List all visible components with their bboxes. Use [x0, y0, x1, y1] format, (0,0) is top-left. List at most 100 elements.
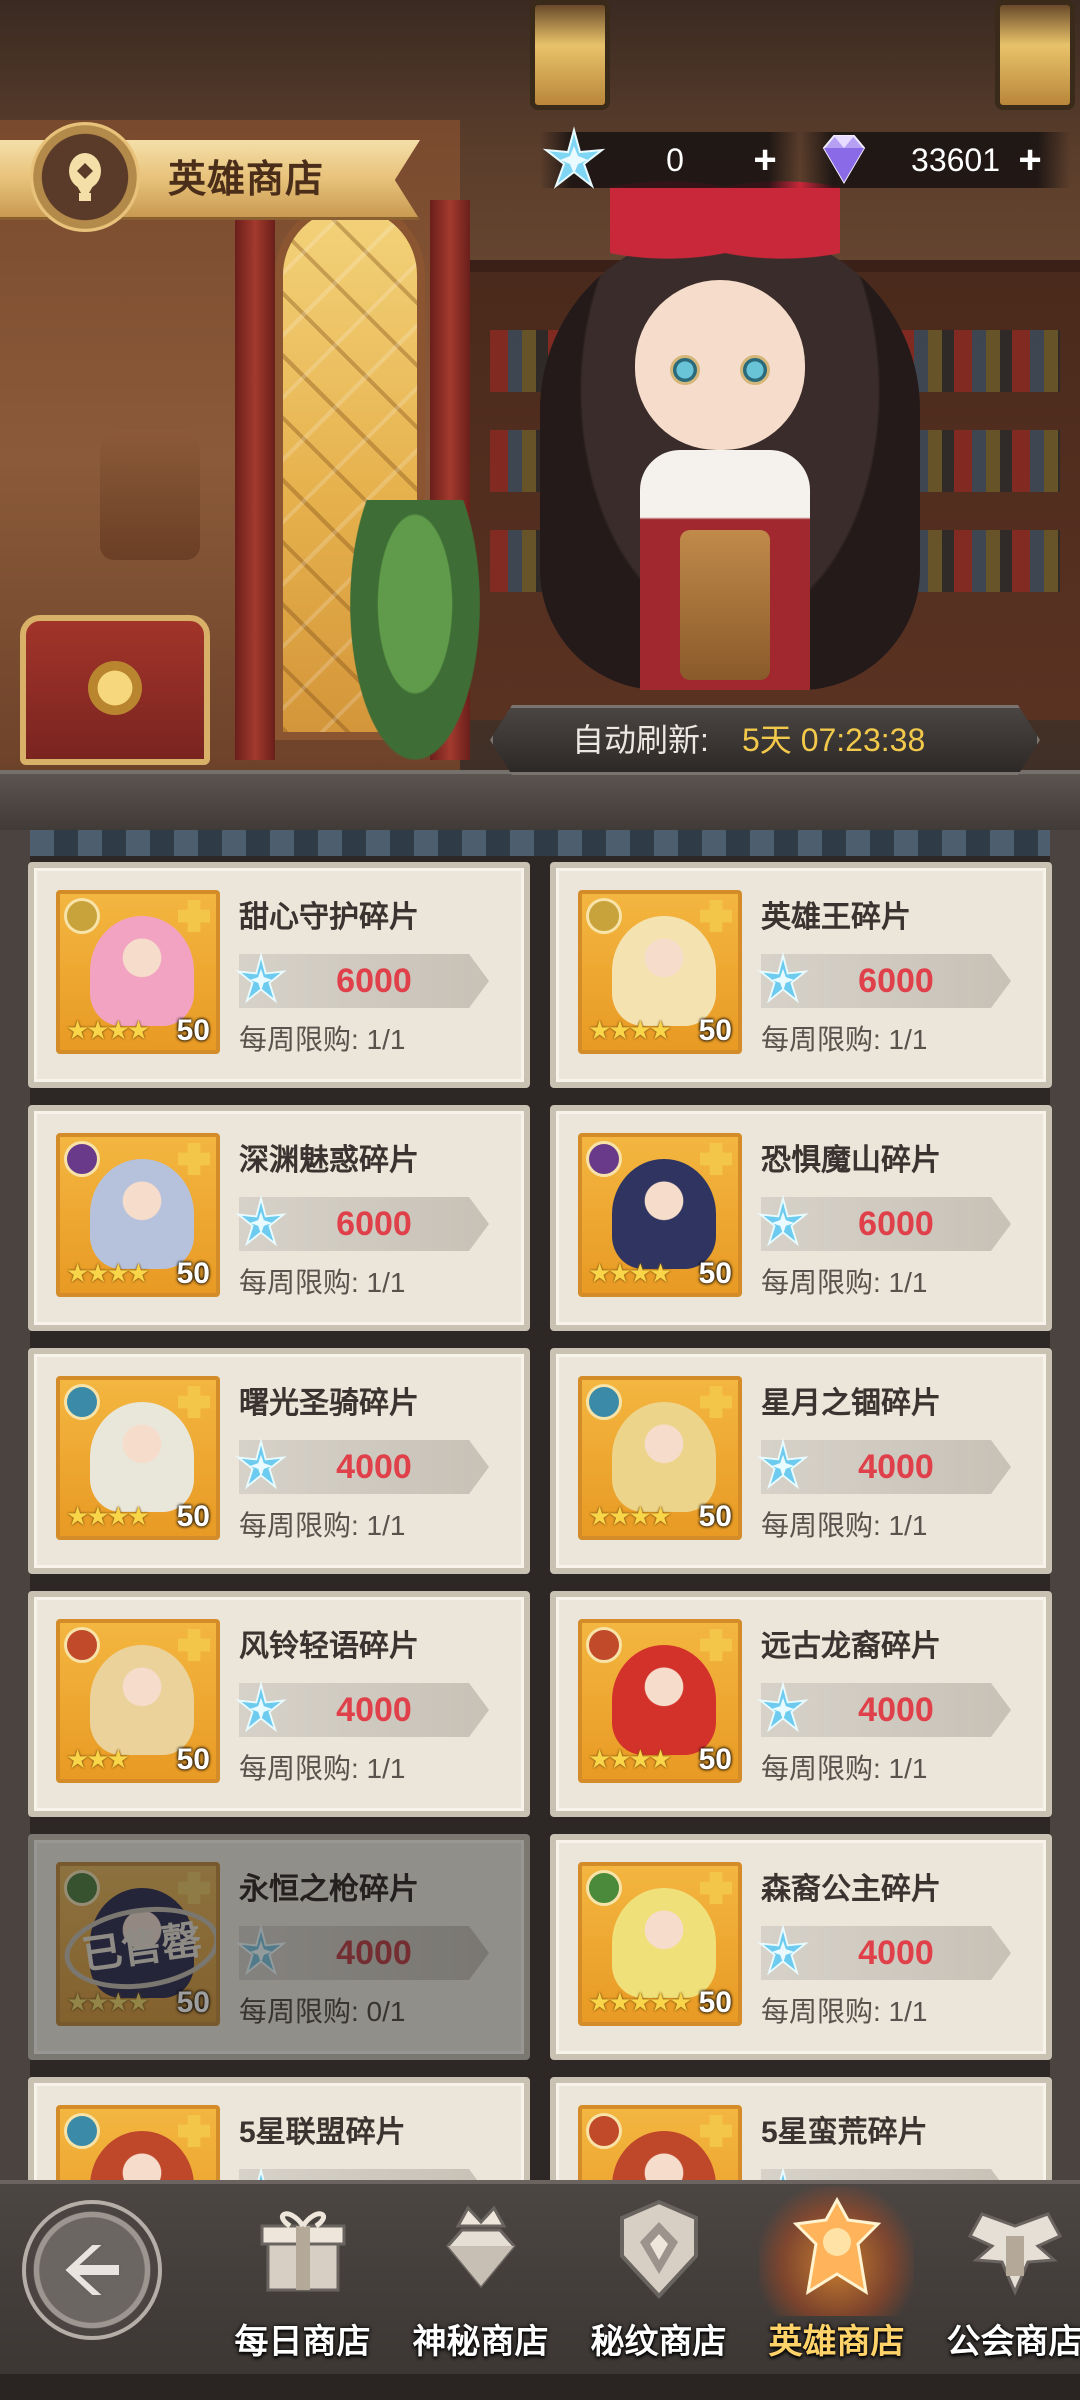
item-name: 星月之锢碎片 — [761, 1387, 941, 1420]
star-rating: ★★★★ — [588, 1501, 672, 1531]
item-name: 甜心守护碎片 — [239, 901, 419, 934]
nav-tab-label: 秘纹商店 — [590, 2323, 727, 2361]
grid-frame-right — [1050, 830, 1080, 2180]
hero-portrait[interactable]: ★★★★★ 50 — [578, 1862, 742, 2026]
item-price: 4000 — [858, 1691, 934, 1729]
shop-item-card[interactable]: ★★★★ 50 恐惧魔山碎片 6000 每周限购: 1/1 — [550, 1105, 1052, 1331]
snowflake-crystal-icon — [757, 1680, 809, 1733]
faction-icon — [586, 1870, 622, 1906]
snowflake-crystal-icon — [235, 951, 287, 1004]
snowflake-crystal-icon — [235, 1680, 287, 1733]
back-button[interactable] — [22, 2200, 162, 2340]
shard-piece-icon — [700, 900, 732, 932]
shop-item-card[interactable]: ★★★★ 50 远古龙裔碎片 4000 每周限购: 1/1 — [550, 1591, 1052, 1817]
purchase-limit: 每周限购: 1/1 — [761, 1267, 928, 1298]
faction-icon — [64, 2113, 100, 2149]
star-rating: ★★★★ — [66, 1258, 150, 1288]
star-rating: ★★★★ — [588, 1258, 672, 1288]
hero-portrait[interactable]: ★★★★ 50 已售罄 — [56, 1862, 220, 2026]
hero-art — [612, 916, 716, 1026]
shard-piece-icon — [700, 1143, 732, 1175]
nav-tab[interactable]: 神秘商店 — [393, 2196, 568, 2366]
nav-tab-label: 英雄商店 — [768, 2323, 905, 2361]
snowflake-crystal-icon — [757, 1437, 809, 1490]
hero-level: 50 — [176, 1986, 210, 2019]
star-rating: ★★★★ — [66, 1501, 150, 1531]
faction-icon — [64, 1384, 100, 1420]
add-diamond-button[interactable]: + — [1010, 140, 1050, 180]
shop-item-card[interactable]: ★★★★ 50 甜心守护碎片 6000 每周限购: 1/1 — [28, 862, 530, 1088]
nav-tab-label: 神秘商店 — [412, 2323, 549, 2361]
hero-portrait[interactable]: ★★★★ 50 — [578, 1376, 742, 1540]
hero-crest-icon — [792, 2196, 882, 2296]
hero-art — [612, 1645, 716, 1755]
hero-portrait[interactable]: ★★★★ 50 — [578, 890, 742, 1054]
sold-out-stamp: 已售罄 — [60, 1897, 216, 1999]
hero-art — [612, 1402, 716, 1512]
snowflake-crystal-icon — [235, 1437, 287, 1490]
diamond-crown-icon — [446, 2205, 516, 2289]
faction-icon — [64, 1141, 100, 1177]
potted-plant — [350, 500, 480, 760]
shop-item-card[interactable]: ★★★★ 50 英雄王碎片 6000 每周限购: 1/1 — [550, 862, 1052, 1088]
shop-item-card[interactable]: ★★★★ 50 曙光圣骑碎片 4000 每周限购: 1/1 — [28, 1348, 530, 1574]
refresh-countdown: 5天 07:23:38 — [742, 722, 926, 758]
shop-item-card[interactable]: ★★★★ 50 深渊魅惑碎片 6000 每周限购: 1/1 — [28, 1105, 530, 1331]
purchase-limit: 每周限购: 1/1 — [761, 1510, 928, 1541]
faction-icon — [586, 1384, 622, 1420]
hero-level: 50 — [698, 1986, 732, 2019]
hero-portrait[interactable]: ★★★★ 50 — [56, 1133, 220, 1297]
page-title: 英雄商店 — [168, 159, 325, 201]
shard-piece-icon — [178, 1143, 210, 1175]
snowflake-crystal-icon — [757, 1194, 809, 1247]
shop-item-card[interactable]: ★★★ 50 风铃轻语碎片 4000 每周限购: 1/1 — [28, 1591, 530, 1817]
guild-wings-icon — [967, 2212, 1063, 2296]
add-crystal-button[interactable]: + — [745, 140, 785, 180]
hero-art — [612, 1888, 716, 1998]
snowflake-crystal-icon — [235, 1923, 287, 1976]
purchase-limit: 每周限购: 1/1 — [239, 1267, 406, 1298]
nav-tab-label: 每日商店 — [234, 2323, 371, 2361]
nav-tab[interactable]: 公会商店 — [927, 2196, 1080, 2366]
item-price: 6000 — [858, 962, 934, 1000]
hanging-bag — [100, 430, 200, 560]
nav-tab[interactable]: 英雄商店 — [749, 2186, 924, 2366]
shop-counter — [0, 770, 1080, 830]
pillar — [235, 200, 275, 760]
nav-tab-label: 公会商店 — [946, 2323, 1080, 2361]
shop-item-card[interactable]: ★★★★★ 50 森裔公主碎片 4000 每周限购: 1/1 — [550, 1834, 1052, 2060]
hero-level: 50 — [698, 1014, 732, 1047]
shard-piece-icon — [700, 1872, 732, 1904]
hero-art — [90, 1645, 194, 1755]
crystal-count: 0 — [666, 142, 684, 178]
nav-tab[interactable]: 秘纹商店 — [571, 2196, 746, 2366]
star-rating: ★★★★★ — [588, 1987, 693, 2017]
star-rating: ★★★★ — [66, 1015, 150, 1045]
hero-portrait[interactable]: ★★★★ 50 — [56, 1376, 220, 1540]
hero-portrait[interactable]: ★★★★ 50 — [578, 1133, 742, 1297]
shard-piece-icon — [178, 1872, 210, 1904]
nav-tab[interactable]: 每日商店 — [215, 2196, 390, 2366]
item-price: 4000 — [858, 1448, 934, 1486]
item-name: 深渊魅惑碎片 — [239, 1144, 419, 1177]
hero-portrait[interactable]: ★★★ 50 — [56, 1619, 220, 1783]
hero-portrait[interactable]: ★★★★ 50 — [56, 890, 220, 1054]
shop-item-card[interactable]: ★★★★ 50 星月之锢碎片 4000 每周限购: 1/1 — [550, 1348, 1052, 1574]
faction-icon — [64, 1627, 100, 1663]
snowflake-crystal-icon — [235, 1194, 287, 1247]
item-price: 6000 — [336, 1205, 412, 1243]
hero-level: 50 — [176, 1014, 210, 1047]
item-name: 森裔公主碎片 — [761, 1873, 941, 1906]
item-price: 6000 — [336, 962, 412, 1000]
shard-piece-icon — [178, 1386, 210, 1418]
diamond-count: 33601 — [911, 142, 1000, 178]
gift-box-icon — [260, 2211, 346, 2292]
item-name: 5星联盟碎片 — [239, 2116, 406, 2149]
faction-icon — [64, 1870, 100, 1906]
hero-level: 50 — [176, 1257, 210, 1290]
shopkeeper-character[interactable] — [520, 150, 940, 690]
hero-level: 50 — [698, 1743, 732, 1776]
hero-portrait[interactable]: ★★★★ 50 — [578, 1619, 742, 1783]
shop-item-card[interactable]: ★★★★ 50 已售罄 永恒之枪碎片 4000 每周限购: 0/1 — [28, 1834, 530, 2060]
treasure-chest-icon — [20, 615, 210, 765]
